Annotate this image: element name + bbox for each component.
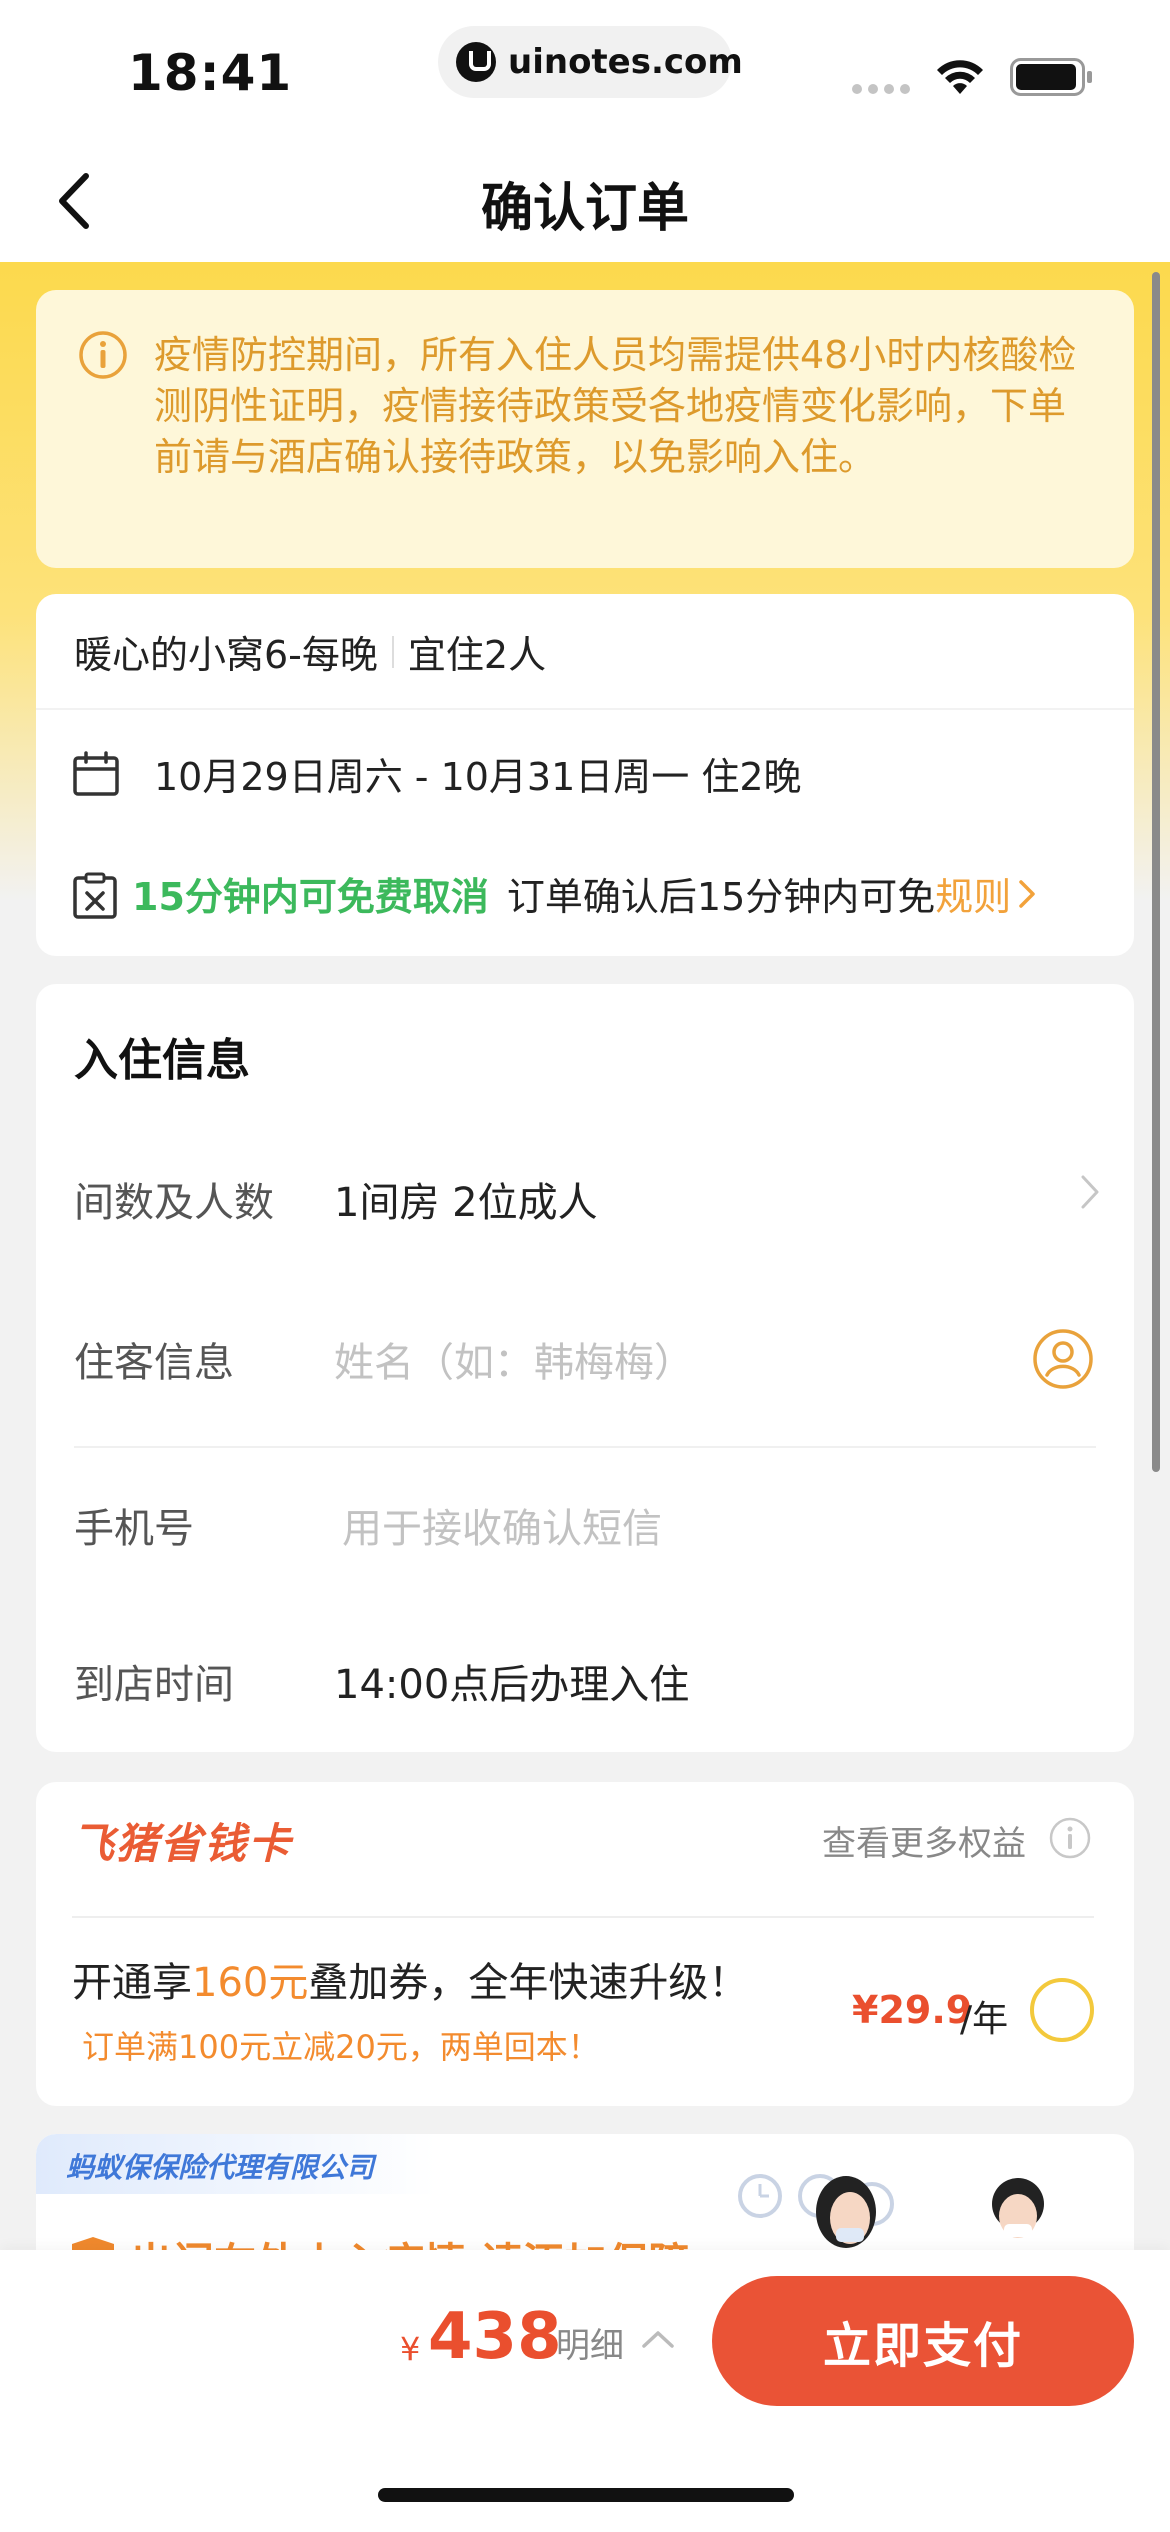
notice-text: 疫情防控期间，所有入住人员均需提供48小时内核酸检测阴性证明，疫情接待政策受各地… — [154, 333, 1077, 479]
phone-label: 手机号 — [74, 1506, 194, 1552]
battery-icon — [1010, 58, 1092, 96]
savings-offer-text: 开通享160元叠加券，全年快速升级！ — [72, 1950, 748, 2008]
room-name: 暖心的小窝6-每晚 — [74, 633, 378, 677]
offer-highlight: 160元 — [192, 1960, 309, 2006]
status-bar: 18:41 uinotes.com — [0, 0, 1170, 140]
scrollbar[interactable] — [1152, 272, 1160, 1472]
divider — [391, 635, 394, 668]
currency-symbol: ¥ — [400, 2330, 421, 2368]
cancel-description: 订单确认后15分钟内可免 — [506, 875, 936, 919]
insurance-provider-tag: 蚂蚁保保险代理有限公司 — [36, 2134, 436, 2194]
free-cancel-label: 15分钟内可免费取消 — [132, 875, 489, 919]
price-detail-link[interactable]: 明细 — [556, 2318, 624, 2367]
savings-card-price: ¥29.9 — [852, 1988, 973, 2032]
epidemic-notice: 疫情防控期间，所有入住人员均需提供48小时内核酸检测阴性证明，疫情接待政策受各地… — [36, 290, 1134, 568]
info-circle-icon — [79, 331, 127, 379]
site-logo-icon — [456, 42, 496, 82]
contact-person-icon[interactable] — [1032, 1328, 1094, 1390]
room-capacity: 宜住2人 — [407, 633, 547, 677]
rooms-guests-value[interactable]: 1间房 2位成人 — [334, 1170, 598, 1228]
arrival-time-label: 到店时间 — [74, 1662, 234, 1708]
room-name-row: 暖心的小窝6-每晚 宜住2人 — [74, 624, 546, 679]
status-time: 18:41 — [128, 44, 293, 102]
signal-icon — [852, 84, 910, 94]
savings-card-brand: 飞猪省钱卡 — [72, 1819, 293, 1868]
chevron-up-icon[interactable] — [640, 2328, 676, 2350]
divider — [74, 1446, 1096, 1448]
nav-bar: 确认订单 — [0, 140, 1170, 262]
savings-card-radio[interactable] — [1030, 1978, 1094, 2042]
checkin-info-card: 入住信息 间数及人数 1间房 2位成人 住客信息 姓名（如：韩梅梅） 手机号 用… — [36, 984, 1134, 1752]
savings-offer-subtext: 订单满100元立减20元，两单回本！ — [82, 2028, 600, 2066]
guest-info-label: 住客信息 — [74, 1340, 234, 1386]
pay-now-button[interactable]: 立即支付 — [712, 2276, 1134, 2406]
room-card: 暖心的小窝6-每晚 宜住2人 10月29日周六 - 10月31日周一 住2晚 1… — [36, 594, 1134, 956]
more-benefits-link[interactable]: 查看更多权益 — [822, 1816, 1026, 1865]
rules-link[interactable]: 规则 — [935, 866, 1011, 921]
total-price: 438 — [428, 2300, 562, 2374]
section-title: 入住信息 — [74, 1035, 250, 1086]
divider — [36, 708, 1134, 710]
home-indicator — [378, 2488, 794, 2502]
guest-name-input[interactable]: 姓名（如：韩梅梅） — [334, 1330, 694, 1388]
arrival-time-value[interactable]: 14:00点后办理入住 — [334, 1652, 689, 1710]
info-circle-icon[interactable] — [1048, 1816, 1092, 1860]
cancel-policy-icon — [73, 872, 117, 919]
url-pill[interactable]: uinotes.com — [438, 26, 743, 98]
savings-card: 飞猪省钱卡 查看更多权益 开通享160元叠加券，全年快速升级！ 订单满100元立… — [36, 1782, 1134, 2106]
stay-dates: 10月29日周六 - 10月31日周一 住2晚 — [154, 755, 802, 799]
url-text: uinotes.com — [508, 42, 743, 82]
divider — [72, 1916, 1094, 1918]
savings-card-price-unit: /年 — [960, 1999, 1009, 2040]
chevron-right-icon[interactable] — [1078, 1172, 1102, 1212]
cancel-policy-row[interactable]: 15分钟内可免费取消 订单确认后15分钟内可免 规则 — [132, 866, 1037, 921]
phone-input[interactable]: 用于接收确认短信 — [342, 1496, 662, 1554]
wifi-icon — [937, 60, 983, 94]
chevron-right-icon — [1019, 879, 1036, 908]
offer-prefix: 开通享 — [72, 1960, 192, 2006]
calendar-icon — [73, 751, 119, 796]
offer-suffix: 叠加券，全年快速升级！ — [308, 1960, 749, 2006]
page-title: 确认订单 — [480, 179, 689, 239]
rooms-guests-label: 间数及人数 — [74, 1180, 274, 1226]
